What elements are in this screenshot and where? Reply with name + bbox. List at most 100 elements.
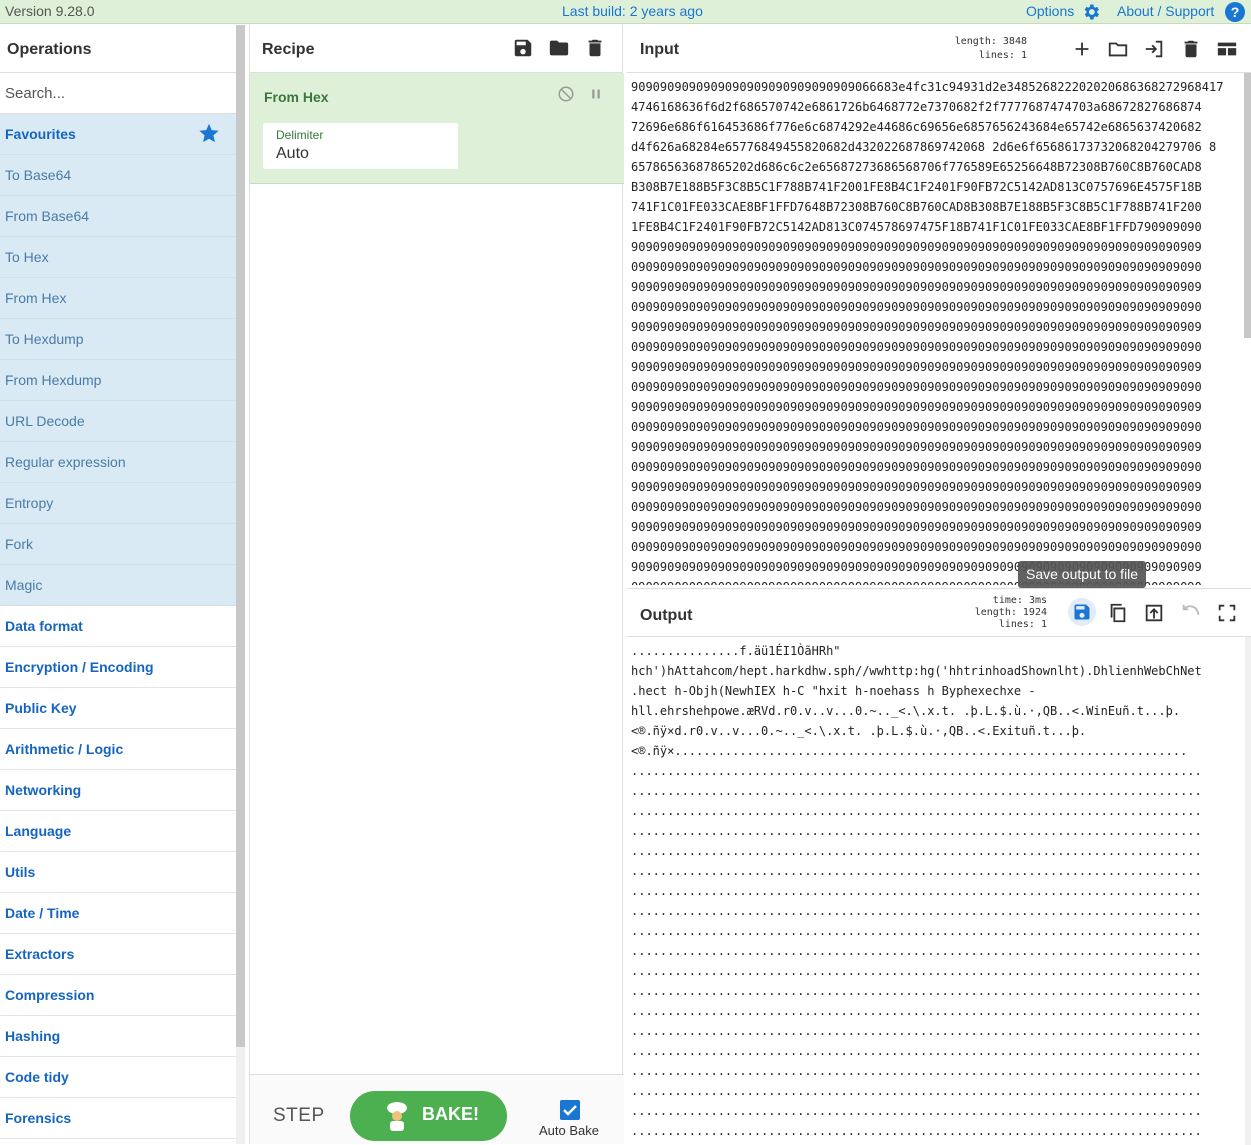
input-text-line: 0909090909090909090909090909090909090909… [631, 577, 1241, 585]
favourite-op-item[interactable]: From Hex [0, 278, 236, 319]
operations-search-input[interactable]: Search... [0, 73, 236, 114]
replace-input-icon[interactable] [1143, 602, 1165, 624]
input-text-line: 9090909090909090909090909090909090909090… [631, 560, 1202, 574]
input-text-line: 0909090909090909090909090909090909090909… [631, 500, 1202, 514]
category-item[interactable]: Language [0, 811, 236, 852]
output-text-line: ........................................… [631, 764, 1202, 778]
category-item[interactable]: Code tidy [0, 1057, 236, 1098]
category-item[interactable]: Compression [0, 975, 236, 1016]
output-stats: time: 3ms length: 1924 lines: 1 [967, 595, 1047, 631]
input-text-line: 9090909090909090909090909090909090909090… [631, 440, 1202, 454]
gear-icon[interactable] [1081, 2, 1101, 22]
help-icon[interactable]: ? [1225, 2, 1245, 22]
input-text-line: d4f626a68284e65776849455820682d432022687… [631, 140, 1217, 154]
category-item[interactable]: Networking [0, 770, 236, 811]
undo-icon[interactable] [1180, 602, 1202, 624]
save-icon[interactable] [512, 37, 534, 59]
input-textarea[interactable]: 9090909090909090909090909090909066683e4f… [631, 77, 1241, 585]
input-text-line: 1FE8B4C1F2401F90FB72C5142AD813C074578697… [631, 220, 1202, 234]
delimiter-field[interactable]: Delimiter Auto [263, 123, 458, 169]
input-lines-value: 1 [1020, 50, 1027, 61]
category-item[interactable]: Hashing [0, 1016, 236, 1057]
input-text-line: 9090909090909090909090909090909090909090… [631, 520, 1202, 534]
last-build-link[interactable]: Last build: 2 years ago [562, 3, 703, 19]
disable-icon[interactable] [557, 85, 575, 103]
copy-icon[interactable] [1107, 602, 1129, 624]
star-icon[interactable] [198, 122, 220, 144]
recipe-panel: Recipe From Hex Delimiter Auto STEP BAKE… [249, 25, 624, 1144]
input-text-line: 72696e686f616453686f776e6c6874292e44686c… [631, 120, 1202, 134]
favourites-category[interactable]: Favourites [0, 114, 236, 155]
operations-scrollbar[interactable] [236, 25, 245, 1047]
output-time-label: time: [992, 595, 1023, 606]
favourite-op-item[interactable]: Entropy [0, 483, 236, 524]
favourite-op-item[interactable]: From Base64 [0, 196, 236, 237]
output-text-line: ........................................… [631, 1104, 1202, 1118]
bake-button[interactable]: BAKE! [350, 1091, 507, 1141]
input-header: Input length: 3848 lines: 1 [627, 25, 1251, 73]
input-text-line: 9090909090909090909090909090909090909090… [631, 320, 1202, 334]
category-item[interactable]: Arithmetic / Logic [0, 729, 236, 770]
pause-icon[interactable] [587, 85, 605, 103]
input-text-line: 9090909090909090909090909090909090909090… [631, 360, 1202, 374]
input-text-line: 0909090909090909090909090909090909090909… [631, 340, 1202, 354]
input-text-line: 9090909090909090909090909090909090909090… [631, 240, 1202, 254]
output-text-line: hll.ehrshehpowe.æRVd.r0.v..v...0.~.._<.\… [631, 704, 1181, 718]
save-output-button[interactable] [1068, 598, 1096, 626]
input-title: Input [640, 41, 680, 58]
recipe-title: Recipe [262, 41, 315, 58]
from-hex-operation[interactable]: From Hex Delimiter Auto [250, 73, 624, 184]
output-text-line: ........................................… [631, 1004, 1202, 1018]
input-text-line: 9090909090909090909090909090909066683e4f… [631, 80, 1224, 94]
version-label: Version 9.28.0 [5, 3, 95, 19]
favourite-op-item[interactable]: To Base64 [0, 155, 236, 196]
auto-bake-label[interactable]: Auto Bake [539, 1123, 599, 1138]
favourite-op-item[interactable]: To Hex [0, 237, 236, 278]
favourite-op-item[interactable]: Magic [0, 565, 236, 606]
maximize-icon[interactable] [1216, 602, 1238, 624]
category-item[interactable]: Date / Time [0, 893, 236, 934]
options-link[interactable]: Options [1026, 3, 1074, 19]
output-text-line: ........................................… [631, 1044, 1202, 1058]
favourite-op-item[interactable]: Regular expression [0, 442, 236, 483]
import-icon[interactable] [1143, 38, 1165, 60]
operations-title: Operations [0, 25, 236, 73]
category-item[interactable]: Data format [0, 606, 236, 647]
favourite-op-item[interactable]: From Hexdump [0, 360, 236, 401]
favourite-op-item[interactable]: To Hexdump [0, 319, 236, 360]
folder-icon[interactable] [548, 37, 570, 59]
category-item[interactable]: Utils [0, 852, 236, 893]
category-item[interactable]: Public Key [0, 688, 236, 729]
save-icon[interactable] [1072, 602, 1092, 622]
input-text-line: 0909090909090909090909090909090909090909… [631, 460, 1202, 474]
input-length-value: 3848 [1002, 36, 1027, 47]
output-text-line: ........................................… [631, 924, 1202, 938]
favourite-op-item[interactable]: Fork [0, 524, 236, 565]
category-item[interactable]: Extractors [0, 934, 236, 975]
trash-icon[interactable] [584, 37, 606, 59]
output-text-line: ........................................… [631, 784, 1202, 798]
trash-icon[interactable] [1180, 38, 1202, 60]
category-item[interactable]: Encryption / Encoding [0, 647, 236, 688]
output-text-line: ........................................… [631, 844, 1202, 858]
output-scrollbar[interactable] [1245, 637, 1251, 1145]
save-output-tooltip: Save output to file [1018, 561, 1146, 588]
about-support-link[interactable]: About / Support [1117, 3, 1214, 19]
output-text-line: ........................................… [631, 944, 1202, 958]
input-scrollbar[interactable] [1244, 73, 1251, 338]
plus-icon[interactable] [1071, 38, 1093, 60]
favourites-label: Favourites [5, 126, 76, 142]
step-button[interactable]: STEP [273, 1105, 325, 1127]
folder-icon[interactable] [1107, 38, 1129, 60]
favourite-op-item[interactable]: URL Decode [0, 401, 236, 442]
delimiter-value[interactable]: Auto [276, 145, 309, 163]
favourites-list: To Base64 From Base64 To Hex From Hex To Hex… [0, 155, 236, 606]
category-item[interactable]: Forensics [0, 1098, 236, 1139]
output-textarea[interactable]: ...............f.äü1ÉI1ÒãHRh" hch')hAttah… [631, 641, 1241, 1141]
output-text-line: ........................................… [631, 1084, 1202, 1098]
output-length-label: length: [974, 607, 1017, 618]
output-lines-label: lines: [998, 619, 1035, 630]
checkbox-icon[interactable] [560, 1100, 580, 1120]
input-text-line: 0909090909090909090909090909090909090909… [631, 380, 1202, 394]
layout-icon[interactable] [1216, 38, 1238, 60]
